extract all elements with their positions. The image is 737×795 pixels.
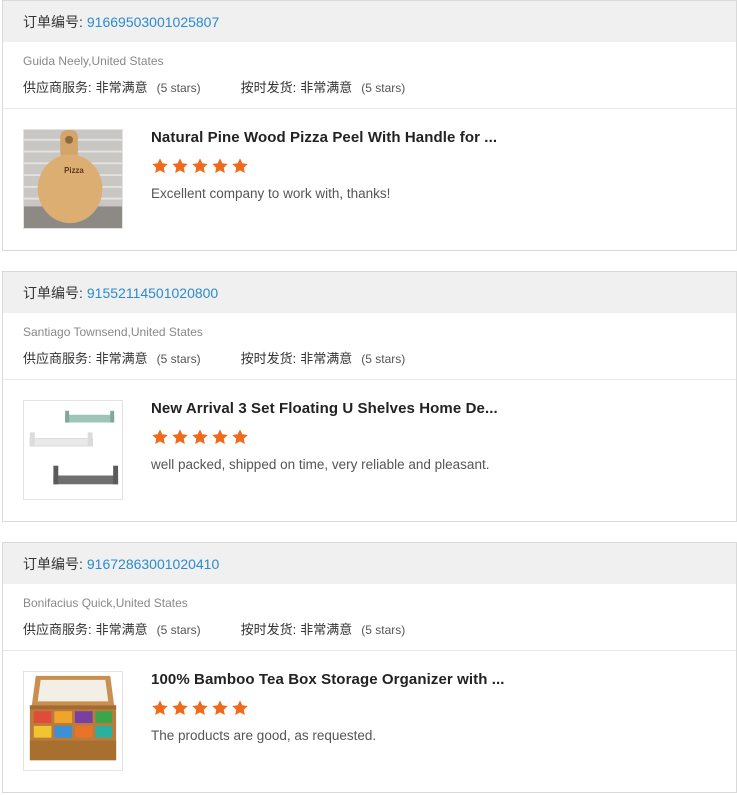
star-icon — [232, 429, 248, 445]
order-header: 订单编号: 91672863001020410 — [3, 543, 736, 584]
order-label: 订单编号: — [23, 555, 83, 572]
tea-box-image[interactable] — [23, 671, 123, 771]
star-icon — [192, 158, 208, 174]
star-icon — [212, 158, 228, 174]
buyer-info: Guida Neely,United States 供应商服务: 非常满意 (5… — [3, 42, 736, 109]
svg-text:Pizza: Pizza — [64, 166, 84, 175]
product-review: Pizza Natural Pine Wood Pizza Peel With … — [3, 109, 736, 250]
order-label: 订单编号: — [23, 13, 83, 30]
star-icon — [232, 158, 248, 174]
on-time-stars: (5 stars) — [361, 81, 406, 95]
review-card: 订单编号: 91669503001025807 Guida Neely,Unit… — [2, 0, 737, 251]
rating-stars — [151, 699, 249, 717]
star-icon — [172, 429, 188, 445]
on-time-value: 非常满意 — [300, 80, 353, 95]
review-comment: well packed, shipped on time, very relia… — [151, 457, 490, 472]
star-icon — [192, 700, 208, 716]
on-time-label: 按时发货: — [240, 622, 297, 637]
supplier-service-stars: (5 stars) — [156, 623, 201, 637]
star-icon — [172, 700, 188, 716]
supplier-service-value: 非常满意 — [95, 351, 148, 366]
star-icon — [212, 429, 228, 445]
product-review: New Arrival 3 Set Floating U Shelves Hom… — [3, 380, 736, 521]
star-icon — [212, 700, 228, 716]
star-icon — [152, 700, 168, 716]
star-icon — [192, 429, 208, 445]
product-review: 100% Bamboo Tea Box Storage Organizer wi… — [3, 651, 736, 792]
rating-stars — [151, 428, 249, 446]
on-time-rating: 按时发货: 非常满意 (5 stars) — [241, 348, 406, 367]
review-card: 订单编号: 91672863001020410 Bonifacius Quick… — [2, 542, 737, 793]
supplier-service-label: 供应商服务: — [23, 351, 92, 366]
supplier-ratings: 供应商服务: 非常满意 (5 stars) 按时发货: 非常满意 (5 star… — [23, 348, 405, 367]
star-icon — [152, 429, 168, 445]
on-time-stars: (5 stars) — [361, 623, 406, 637]
review-card: 订单编号: 91552114501020800 Santiago Townsen… — [2, 271, 737, 522]
product-title-link[interactable]: 100% Bamboo Tea Box Storage Organizer wi… — [151, 671, 505, 688]
buyer-name: Santiago Townsend,United States — [23, 325, 203, 339]
supplier-service-stars: (5 stars) — [156, 352, 201, 366]
on-time-label: 按时发货: — [240, 80, 297, 95]
buyer-info: Santiago Townsend,United States 供应商服务: 非… — [3, 313, 736, 380]
supplier-ratings: 供应商服务: 非常满意 (5 stars) 按时发货: 非常满意 (5 star… — [23, 77, 405, 96]
product-title-link[interactable]: Natural Pine Wood Pizza Peel With Handle… — [151, 129, 497, 146]
order-header: 订单编号: 91669503001025807 — [3, 1, 736, 42]
supplier-service-rating: 供应商服务: 非常满意 (5 stars) — [23, 348, 201, 367]
order-number-link[interactable]: 91669503001025807 — [87, 14, 219, 30]
review-comment: Excellent company to work with, thanks! — [151, 186, 391, 201]
rating-stars — [151, 157, 249, 175]
supplier-service-value: 非常满意 — [95, 622, 148, 637]
supplier-ratings: 供应商服务: 非常满意 (5 stars) 按时发货: 非常满意 (5 star… — [23, 619, 405, 638]
star-icon — [172, 158, 188, 174]
supplier-service-stars: (5 stars) — [156, 81, 201, 95]
order-label: 订单编号: — [23, 284, 83, 301]
review-comment: The products are good, as requested. — [151, 728, 377, 743]
on-time-label: 按时发货: — [240, 351, 297, 366]
order-number-link[interactable]: 91552114501020800 — [87, 285, 218, 301]
buyer-info: Bonifacius Quick,United States 供应商服务: 非常… — [3, 584, 736, 651]
product-title-link[interactable]: New Arrival 3 Set Floating U Shelves Hom… — [151, 400, 498, 417]
star-icon — [152, 158, 168, 174]
supplier-service-value: 非常满意 — [95, 80, 148, 95]
floating-shelves-image[interactable] — [23, 400, 123, 500]
supplier-service-label: 供应商服务: — [23, 80, 92, 95]
on-time-value: 非常满意 — [300, 622, 353, 637]
order-header: 订单编号: 91552114501020800 — [3, 272, 736, 313]
on-time-stars: (5 stars) — [361, 352, 406, 366]
buyer-name: Guida Neely,United States — [23, 54, 164, 68]
on-time-rating: 按时发货: 非常满意 (5 stars) — [241, 77, 406, 96]
buyer-name: Bonifacius Quick,United States — [23, 596, 188, 610]
pizza-peel-image[interactable]: Pizza — [23, 129, 123, 229]
star-icon — [232, 700, 248, 716]
on-time-value: 非常满意 — [300, 351, 353, 366]
supplier-service-rating: 供应商服务: 非常满意 (5 stars) — [23, 77, 201, 96]
order-number-link[interactable]: 91672863001020410 — [87, 556, 219, 572]
on-time-rating: 按时发货: 非常满意 (5 stars) — [241, 619, 406, 638]
supplier-service-rating: 供应商服务: 非常满意 (5 stars) — [23, 619, 201, 638]
supplier-service-label: 供应商服务: — [23, 622, 92, 637]
